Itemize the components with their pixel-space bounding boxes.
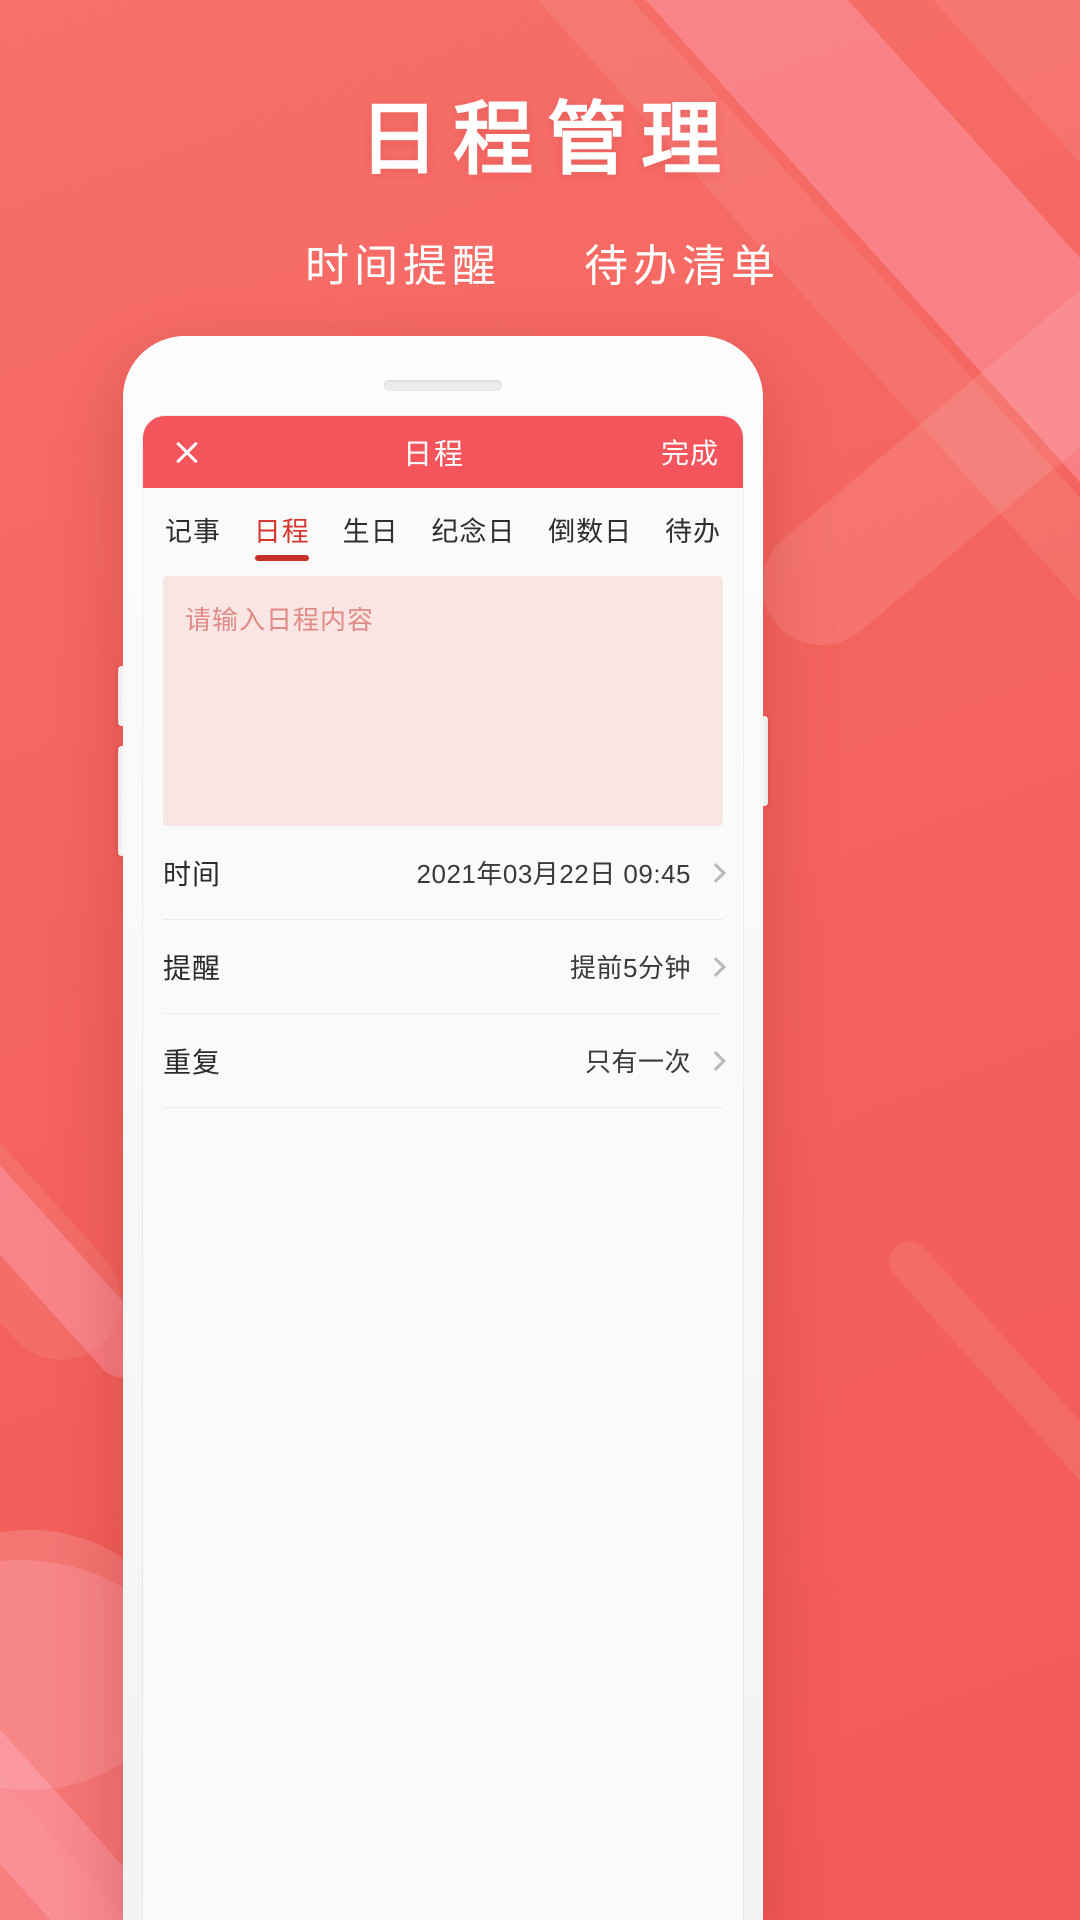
row-reminder-right: 提前5分钟	[570, 948, 726, 985]
promo-subtitle-2: 待办清单	[584, 242, 780, 291]
phone-volume-up-button	[118, 666, 125, 726]
decorative-stripe	[881, 1233, 1080, 1647]
row-reminder-value: 提前5分钟	[570, 953, 691, 983]
tab-shengri[interactable]: 生日	[343, 510, 399, 561]
row-time-right: 2021年03月22日 09:45	[416, 854, 726, 891]
tab-daiban[interactable]: 待办	[665, 510, 721, 561]
content-empty-area	[143, 1108, 743, 1668]
app-bar-title: 日程	[402, 439, 465, 471]
app-content: 请输入日程内容 时间 2021年03月22日 09:45 提醒 提前5分钟 重复	[143, 576, 743, 1668]
tab-bar: 记事 日程 生日 纪念日 倒数日 待办	[143, 488, 743, 562]
promo-header: 日程管理 时间提醒 待办清单	[0, 0, 1080, 294]
phone-earpiece-speaker	[384, 380, 502, 391]
chevron-right-icon	[706, 862, 726, 883]
row-repeat-label: 重复	[163, 1046, 222, 1078]
close-icon[interactable]	[167, 432, 207, 472]
tab-jinianri[interactable]: 纪念日	[431, 510, 515, 561]
row-repeat[interactable]: 重复 只有一次	[163, 1014, 726, 1108]
schedule-content-placeholder: 请输入日程内容	[185, 605, 375, 635]
tab-jishi[interactable]: 记事	[165, 510, 221, 561]
row-time-value: 2021年03月22日 09:45	[416, 859, 691, 889]
promo-subtitle-group: 时间提醒 待办清单	[0, 230, 1080, 294]
tab-richeng[interactable]: 日程	[254, 510, 310, 561]
chevron-right-icon	[706, 956, 726, 977]
promo-title: 日程管理	[359, 95, 735, 184]
phone-volume-down-button	[118, 746, 125, 856]
schedule-content-input[interactable]: 请输入日程内容	[163, 576, 723, 826]
promo-subtitle-1: 时间提醒	[305, 242, 501, 291]
chevron-right-icon	[706, 1050, 726, 1071]
tab-daoshuri[interactable]: 倒数日	[548, 510, 632, 561]
done-button[interactable]: 完成	[661, 432, 719, 472]
row-reminder-label: 提醒	[163, 952, 222, 984]
row-repeat-value: 只有一次	[584, 1047, 691, 1077]
phone-power-button	[761, 716, 768, 806]
row-repeat-right: 只有一次	[584, 1042, 726, 1079]
phone-mockup: 日程 完成 记事 日程 生日 纪念日 倒数日 待办 请输入日程内容 时间 202…	[118, 336, 768, 1920]
row-time[interactable]: 时间 2021年03月22日 09:45	[163, 826, 726, 920]
row-reminder[interactable]: 提醒 提前5分钟	[163, 920, 726, 1014]
app-bar: 日程 完成	[143, 416, 743, 488]
row-time-label: 时间	[163, 858, 222, 890]
phone-screen: 日程 完成 记事 日程 生日 纪念日 倒数日 待办 请输入日程内容 时间 202…	[143, 416, 743, 1920]
